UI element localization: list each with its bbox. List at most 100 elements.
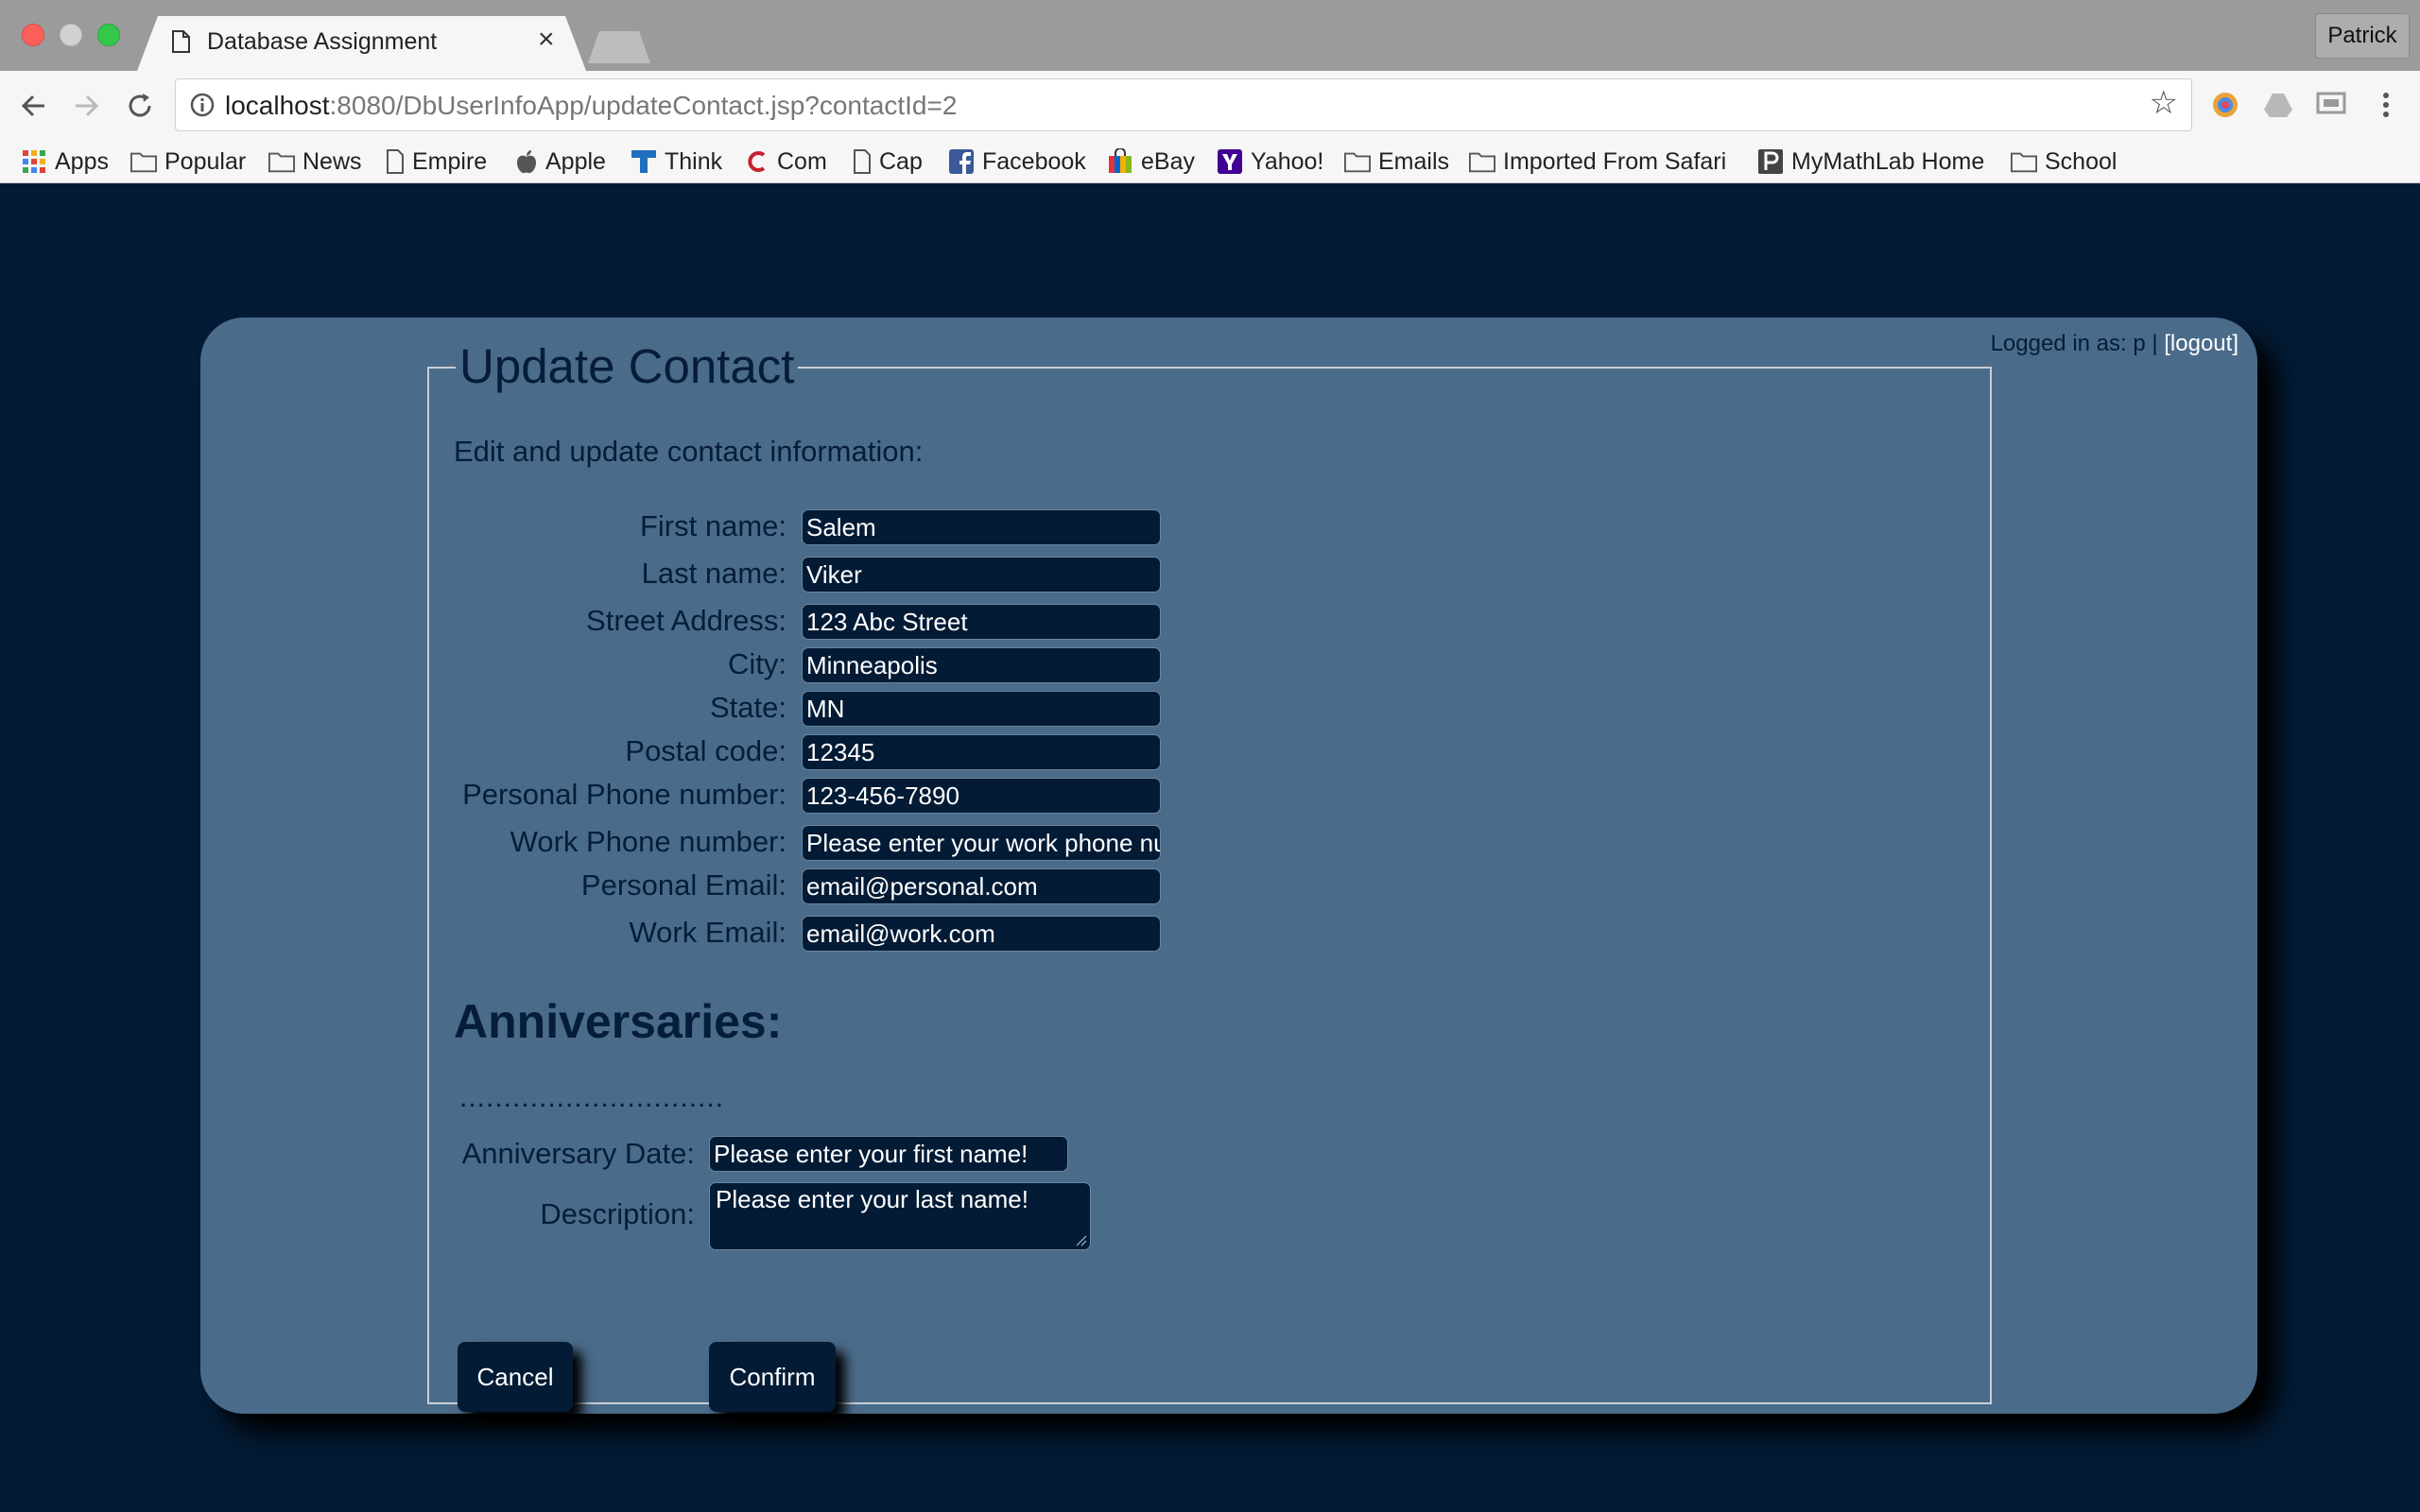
bookmark-label: Com: [777, 147, 827, 175]
page-viewport: Logged in as: p | [logout] Update Contac…: [0, 183, 2420, 1512]
bookmark-think[interactable]: Think: [631, 140, 722, 183]
bookmark-label: MyMathLab Home: [1791, 147, 1985, 175]
login-status: Logged in as: p | [logout]: [1991, 331, 2238, 357]
com-logo-icon: [748, 151, 766, 172]
content-panel: Logged in as: p | [logout] Update Contac…: [200, 318, 2257, 1414]
page-icon: [172, 30, 190, 53]
update-contact-fieldset: Update Contact Edit and update contact i…: [427, 338, 1992, 1412]
folder-icon: [1344, 152, 1371, 173]
state-input[interactable]: MN: [802, 691, 1161, 727]
menu-icon[interactable]: [2370, 89, 2402, 121]
bookmark-label: Apple: [545, 147, 606, 175]
resize-grip-icon[interactable]: [1074, 1233, 1087, 1246]
work-email-input[interactable]: email@work.com: [802, 916, 1161, 952]
bookmark-star-icon[interactable]: ☆: [2150, 87, 2178, 119]
street-address-label: Street Address:: [586, 604, 786, 637]
browser-tab-strip: Database Assignment × Patrick: [0, 0, 2420, 71]
street-address-input[interactable]: 123 Abc Street: [802, 604, 1161, 640]
state-label: State:: [710, 691, 786, 724]
bookmark-apps[interactable]: Apps: [21, 140, 109, 183]
forward-icon[interactable]: [68, 88, 104, 124]
active-tab[interactable]: Database Assignment ×: [137, 16, 586, 71]
bookmark-label: Empire: [412, 147, 488, 175]
url-path: :8080/DbUserInfoApp/updateContact.jsp?co…: [329, 91, 958, 120]
first-name-label: First name:: [639, 509, 786, 542]
bookmark-label: Emails: [1378, 147, 1450, 175]
personal-phone-label: Personal Phone number:: [462, 778, 786, 811]
apps-grid-icon: [23, 150, 45, 173]
bookmark-apple[interactable]: Apple: [515, 140, 606, 183]
bookmark-label: Apps: [55, 147, 109, 175]
reload-icon[interactable]: [122, 88, 158, 124]
page-icon: [387, 149, 404, 174]
logout-link[interactable]: [logout]: [2164, 331, 2238, 356]
bookmark-label: School: [2045, 147, 2118, 175]
extension-color-icon[interactable]: [2209, 89, 2241, 121]
url-host: localhost: [225, 91, 330, 120]
first-name-input[interactable]: Salem: [802, 509, 1161, 545]
think-logo-icon: [631, 150, 656, 173]
tab-title: Database Assignment: [207, 28, 438, 55]
address-bar[interactable]: localhost:8080/DbUserInfoApp/updateConta…: [175, 78, 2192, 131]
bookmark-label: Imported From Safari: [1503, 147, 1727, 175]
page-icon: [854, 149, 871, 174]
profile-button[interactable]: Patrick: [2315, 13, 2410, 59]
anniversary-date-input[interactable]: Please enter your first name!: [709, 1136, 1068, 1172]
anniversary-separator: ..............................: [459, 1082, 725, 1113]
folder-icon: [2011, 152, 2037, 173]
personal-email-input[interactable]: email@personal.com: [802, 868, 1161, 904]
description-textarea[interactable]: Please enter your last name!: [709, 1182, 1091, 1250]
login-text: Logged in as: p |: [1990, 331, 2165, 356]
bookmark-cap[interactable]: Cap: [853, 140, 923, 183]
ebay-bag-icon: [1109, 148, 1132, 173]
bookmark-ebay[interactable]: eBay: [1107, 140, 1195, 183]
folder-icon: [268, 152, 295, 173]
bookmark-label: Popular: [164, 147, 247, 175]
new-tab-button[interactable]: [588, 31, 650, 63]
last-name-label: Last name:: [641, 557, 786, 590]
bookmark-facebook[interactable]: Facebook: [948, 140, 1086, 183]
confirm-button[interactable]: Confirm: [709, 1342, 836, 1412]
bookmark-label: News: [302, 147, 362, 175]
bookmark-mymathlab-home[interactable]: MyMathLab Home: [1757, 140, 1984, 183]
folder-icon: [1469, 152, 1495, 173]
url-text[interactable]: localhost:8080/DbUserInfoApp/updateConta…: [225, 91, 957, 121]
description-text: Please enter your last name!: [716, 1185, 1028, 1213]
apple-icon: [517, 150, 536, 174]
page-title: Update Contact: [456, 338, 799, 394]
minimize-window-button[interactable]: [60, 24, 82, 46]
bookmark-imported-from-safari[interactable]: Imported From Safari: [1469, 140, 1726, 183]
mymathlab-icon: [1758, 149, 1783, 174]
work-phone-label: Work Phone number:: [510, 825, 786, 858]
bookmark-label: Facebook: [982, 147, 1086, 175]
cancel-button[interactable]: Cancel: [458, 1342, 573, 1412]
zoom-window-button[interactable]: [97, 24, 120, 46]
city-label: City:: [728, 647, 786, 680]
last-name-input[interactable]: Viker: [802, 557, 1161, 593]
back-icon[interactable]: [16, 88, 52, 124]
anniversary-date-label: Anniversary Date:: [461, 1137, 695, 1170]
bookmark-news[interactable]: News: [268, 140, 362, 183]
bookmark-yahoo[interactable]: Yahoo!: [1217, 140, 1323, 183]
bookmark-popular[interactable]: Popular: [130, 140, 246, 183]
bookmark-label: eBay: [1141, 147, 1195, 175]
postal-code-label: Postal code:: [625, 734, 786, 767]
bookmark-label: Think: [665, 147, 723, 175]
postal-code-input[interactable]: 12345: [802, 734, 1161, 770]
bookmark-school[interactable]: School: [2011, 140, 2117, 183]
work-phone-input[interactable]: Please enter your work phone nu: [802, 825, 1161, 861]
bookmark-emails[interactable]: Emails: [1344, 140, 1449, 183]
anniversaries-heading: Anniversaries:: [454, 995, 783, 1048]
bookmark-empire[interactable]: Empire: [386, 140, 487, 183]
close-window-button[interactable]: [22, 24, 44, 46]
personal-phone-input[interactable]: 123-456-7890: [802, 778, 1161, 814]
bookmark-label: Yahoo!: [1251, 147, 1324, 175]
city-input[interactable]: Minneapolis: [802, 647, 1161, 683]
tab-close-icon[interactable]: ×: [538, 26, 555, 54]
drive-icon[interactable]: [2262, 89, 2294, 121]
cast-icon[interactable]: [2315, 89, 2347, 121]
info-icon[interactable]: [189, 92, 216, 118]
bookmark-com[interactable]: Com: [745, 140, 827, 183]
personal-email-label: Personal Email:: [580, 868, 786, 902]
form-intro-text: Edit and update contact information:: [454, 435, 924, 468]
